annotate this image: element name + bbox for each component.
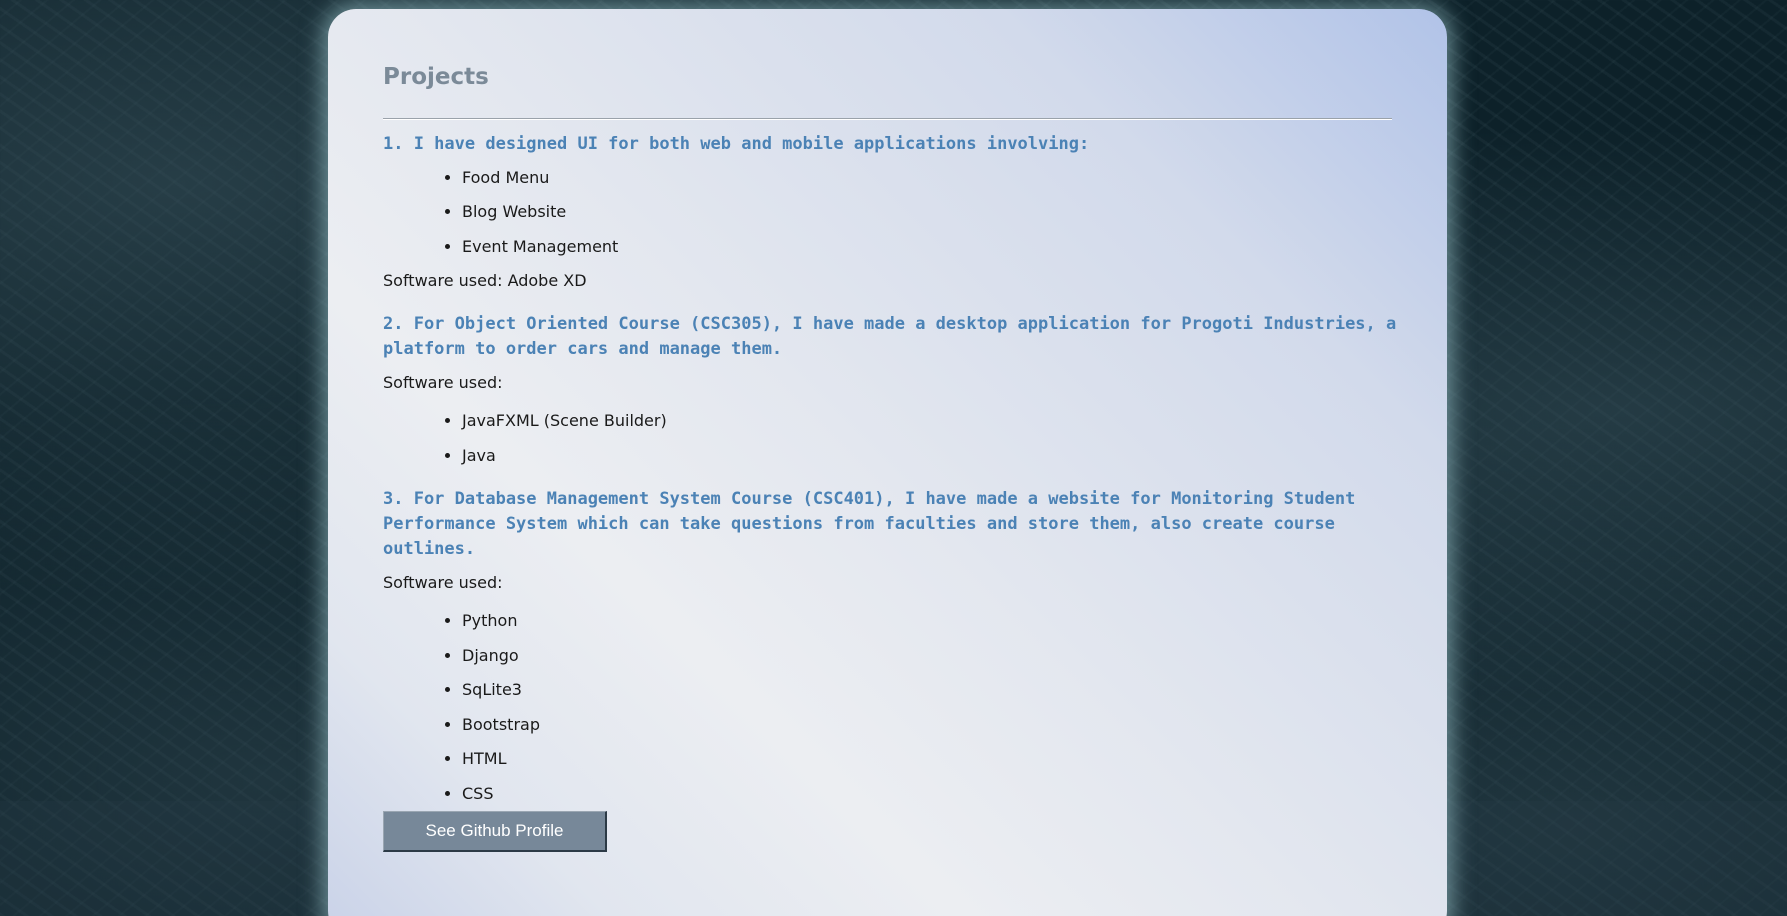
project-heading: 2. For Object Oriented Course (CSC305), … bbox=[383, 314, 1397, 360]
list-item: Django bbox=[462, 639, 1433, 674]
software-used-text: Software used: bbox=[383, 573, 503, 593]
project-1: 1. I have designed UI for both web and m… bbox=[383, 132, 1433, 299]
list-item: HTML bbox=[462, 742, 1433, 777]
divider bbox=[383, 117, 1392, 120]
project-2: 2. For Object Oriented Course (CSC305), … bbox=[383, 312, 1433, 473]
list-item: SqLite3 bbox=[462, 673, 1433, 708]
list-item: Python bbox=[462, 604, 1433, 639]
page-title: Projects bbox=[383, 64, 489, 90]
projects-card: Projects 1. I have designed UI for both … bbox=[328, 9, 1447, 916]
list-item: Bootstrap bbox=[462, 708, 1433, 743]
list-item: Food Menu bbox=[462, 161, 1433, 196]
software-list: JavaFXML (Scene Builder) Java bbox=[383, 404, 1433, 473]
list-item: Blog Website bbox=[462, 195, 1433, 230]
software-list: Python Django SqLite3 Bootstrap HTML CSS bbox=[383, 604, 1433, 811]
list-item: JavaFXML (Scene Builder) bbox=[462, 404, 1433, 439]
project-items-list: Food Menu Blog Website Event Management bbox=[383, 161, 1433, 265]
list-item: Java bbox=[462, 439, 1433, 474]
software-used-text: Software used: Adobe XD bbox=[383, 271, 587, 291]
list-item: CSS bbox=[462, 777, 1433, 812]
list-item: Event Management bbox=[462, 230, 1433, 265]
software-used-text: Software used: bbox=[383, 373, 503, 393]
project-heading: 3. For Database Management System Course… bbox=[383, 489, 1356, 560]
project-heading: 1. I have designed UI for both web and m… bbox=[383, 133, 1090, 154]
github-profile-button[interactable]: See Github Profile bbox=[383, 811, 607, 853]
project-3: 3. For Database Management System Course… bbox=[383, 487, 1433, 811]
